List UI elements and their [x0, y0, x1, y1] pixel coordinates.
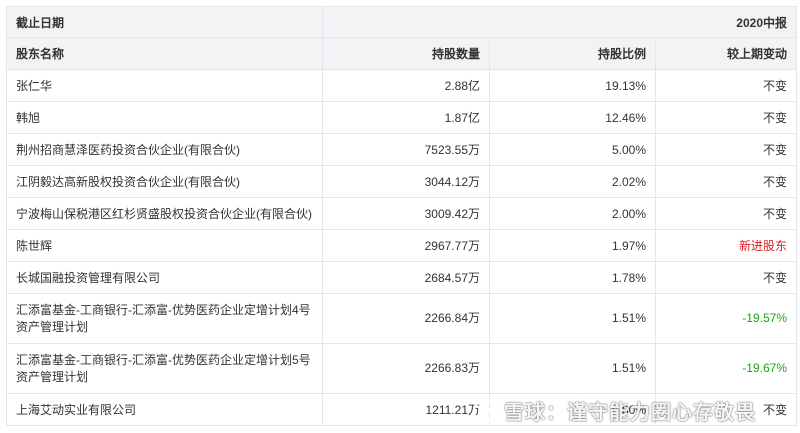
watermark-text: 雪球：谨守能力圈心存敬畏 — [504, 402, 756, 424]
table-row: 宁波梅山保税港区红杉贤盛股权投资合伙企业(有限合伙) 3009.42万 2.00… — [6, 197, 797, 230]
table-row: 陈世辉 2967.77万 1.97% 新进股东 — [6, 229, 797, 262]
change-value: 不变 — [655, 69, 797, 102]
shareholder-name: 江阴毅达高新股权投资合伙企业(有限合伙) — [6, 165, 323, 198]
holding-ratio: 1.97% — [489, 229, 656, 262]
header-row: 股东名称 持股数量 持股比例 较上期变动 — [6, 37, 797, 70]
change-value: 不变 — [655, 133, 797, 166]
change-value: 不变 — [655, 101, 797, 134]
shareholder-name: 上海艾动实业有限公司 — [6, 393, 323, 426]
change-value: 不变 — [655, 197, 797, 230]
snowball-logo-icon — [472, 398, 498, 423]
table-row: 江阴毅达高新股权投资合伙企业(有限合伙) 3044.12万 2.02% 不变 — [6, 165, 797, 198]
holding-ratio: 2.02% — [489, 165, 656, 198]
holding-ratio: 12.46% — [489, 101, 656, 134]
table-row: 韩旭 1.87亿 12.46% 不变 — [6, 101, 797, 134]
holding-ratio: 19.13% — [489, 69, 656, 102]
shareholder-name: 长城国融投资管理有限公司 — [6, 261, 323, 294]
table-row: 荆州招商慧泽医药投资合伙企业(有限合伙) 7523.55万 5.00% 不变 — [6, 133, 797, 166]
shares-held: 7523.55万 — [322, 133, 490, 166]
change-value: 不变 — [655, 261, 797, 294]
period-label: 截止日期 — [6, 6, 323, 38]
shares-held: 2967.77万 — [322, 229, 490, 262]
table-row: 张仁华 2.88亿 19.13% 不变 — [6, 69, 797, 102]
table-row: 汇添富基金-工商银行-汇添富-优势医药企业定增计划5号资产管理计划 2266.8… — [6, 343, 797, 394]
shareholder-name: 荆州招商慧泽医药投资合伙企业(有限合伙) — [6, 133, 323, 166]
header-change: 较上期变动 — [655, 37, 797, 70]
period-row: 截止日期 2020中报 — [6, 6, 797, 38]
shares-held: 2684.57万 — [322, 261, 490, 294]
shares-held: 2266.83万 — [322, 343, 490, 394]
shareholders-table: 截止日期 2020中报 股东名称 持股数量 持股比例 较上期变动 张仁华 2.8… — [6, 6, 797, 426]
shareholder-name: 陈世辉 — [6, 229, 323, 262]
change-value: 新进股东 — [655, 229, 797, 262]
holding-ratio: 1.78% — [489, 261, 656, 294]
header-shares: 持股数量 — [322, 37, 490, 70]
shares-held: 3044.12万 — [322, 165, 490, 198]
shares-held: 1.87亿 — [322, 101, 490, 134]
table-row: 长城国融投资管理有限公司 2684.57万 1.78% 不变 — [6, 261, 797, 294]
change-value: 不变 — [655, 165, 797, 198]
shares-held: 1211.21万 — [322, 393, 490, 426]
change-value: -19.67% — [655, 343, 797, 394]
holding-ratio: 1.51% — [489, 343, 656, 394]
shareholder-name: 汇添富基金-工商银行-汇添富-优势医药企业定增计划4号资产管理计划 — [6, 293, 323, 344]
shares-held: 3009.42万 — [322, 197, 490, 230]
holding-ratio: 2.00% — [489, 197, 656, 230]
shares-held: 2266.84万 — [322, 293, 490, 344]
holding-ratio: 5.00% — [489, 133, 656, 166]
watermark: 雪球：谨守能力圈心存敬畏 — [472, 396, 756, 425]
shares-held: 2.88亿 — [322, 69, 490, 102]
header-ratio: 持股比例 — [489, 37, 656, 70]
shareholder-name: 韩旭 — [6, 101, 323, 134]
shareholder-name: 张仁华 — [6, 69, 323, 102]
change-value: -19.57% — [655, 293, 797, 344]
shareholder-name: 宁波梅山保税港区红杉贤盛股权投资合伙企业(有限合伙) — [6, 197, 323, 230]
holding-ratio: 1.51% — [489, 293, 656, 344]
shareholder-name: 汇添富基金-工商银行-汇添富-优势医药企业定增计划5号资产管理计划 — [6, 343, 323, 394]
table-row: 汇添富基金-工商银行-汇添富-优势医药企业定增计划4号资产管理计划 2266.8… — [6, 293, 797, 344]
header-name: 股东名称 — [6, 37, 323, 70]
period-value: 2020中报 — [322, 6, 797, 38]
